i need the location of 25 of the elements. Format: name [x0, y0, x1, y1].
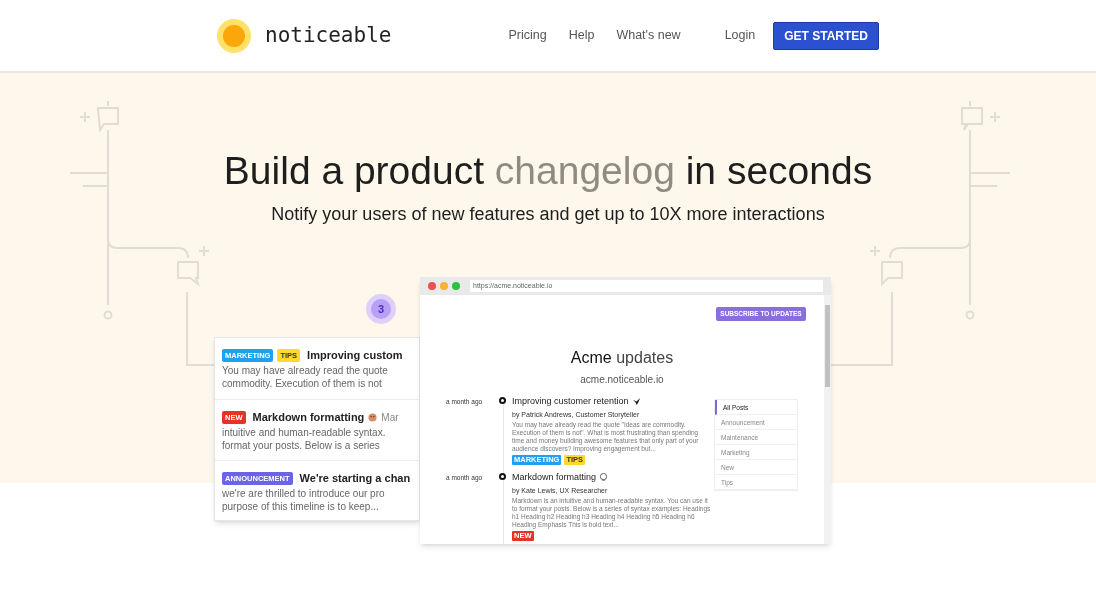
- monkey-face-icon: [368, 412, 378, 422]
- changelog-domain: acme.noticeable.io: [580, 373, 664, 387]
- get-started-button[interactable]: GET STARTED: [773, 21, 879, 50]
- sun-logo-icon: [217, 18, 251, 53]
- hero-subtitle: Notify your users of new features and get up to 10X more interactions: [270, 203, 826, 226]
- post-preview-line: intuitive and human-readable syntax.: [222, 425, 387, 439]
- nav-link[interactable]: What's new: [616, 26, 681, 45]
- post-title: Improving customer retention: [512, 395, 629, 408]
- logo-text: noticeable: [265, 21, 392, 49]
- post-title: Improving custom: [307, 348, 403, 363]
- post-title: Markdown formatting: [252, 410, 365, 425]
- post-preview-line: You may have already read the quote: [222, 363, 389, 377]
- scrollbar-thumb[interactable]: [825, 305, 830, 387]
- nav-link[interactable]: Pricing: [508, 26, 547, 45]
- nav-link[interactable]: Help: [568, 26, 595, 45]
- nav-link[interactable]: Login: [724, 26, 756, 45]
- hero-title: Build a product changelog in seconds: [222, 148, 874, 194]
- changelog-title: Acme updates: [570, 348, 674, 368]
- post-title: Markdown formatting: [512, 471, 597, 484]
- post-preview-line: format your posts. Below is a series: [222, 438, 381, 452]
- post-preview-line: commodity. Execution of them is not: [222, 376, 383, 390]
- post-title: We're starting a chan: [299, 471, 411, 486]
- post-preview-line: we're are thrilled to introduce our pro: [222, 486, 386, 500]
- post-preview: Mar: [381, 410, 399, 425]
- post-preview-line: purpose of this timeline is to keep...: [222, 499, 380, 513]
